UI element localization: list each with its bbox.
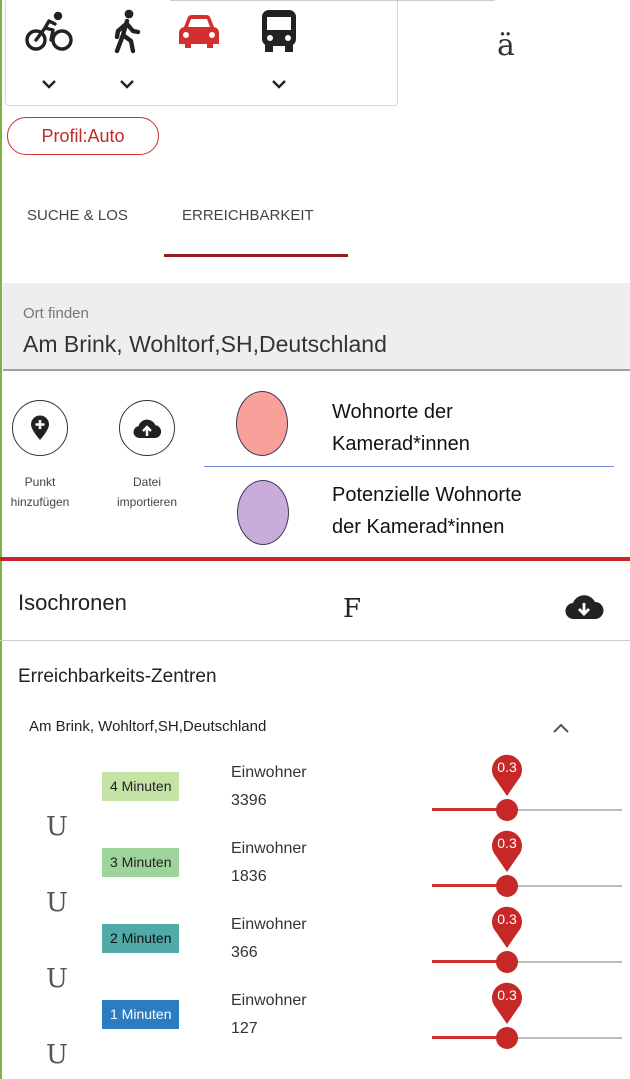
car-icon <box>179 15 219 48</box>
row-marker: U <box>46 1040 68 1070</box>
slider-value-label: 0.3 <box>497 911 517 927</box>
tab-erreichbarkeit[interactable]: ERREICHBARKEIT <box>182 207 314 224</box>
legend-line: Kamerad*innen <box>332 433 470 455</box>
chevron-up-icon[interactable] <box>552 722 570 734</box>
isochrone-row: U2 Minuten Einwohner 366 0.3 <box>0 906 630 994</box>
chevron-down-icon[interactable] <box>119 79 135 89</box>
opacity-slider[interactable] <box>432 798 622 822</box>
cloud-download-icon[interactable] <box>564 591 604 621</box>
bus-icon <box>262 10 296 52</box>
slider-value-label: 0.3 <box>497 759 517 775</box>
population-value: 3396 <box>231 792 267 809</box>
center-place-name: Am Brink, Wohltorf,SH,Deutschland <box>29 718 267 735</box>
add-location-icon <box>31 415 49 440</box>
import-file-label-1: Datei <box>132 475 161 489</box>
legend-line: der Kamerad*innen <box>332 516 505 538</box>
search-input[interactable]: Am Brink, Wohltorf,SH,Deutschland <box>23 331 387 358</box>
minutes-badge: 3 Minuten <box>102 848 180 877</box>
minutes-badge: 1 Minuten <box>102 1000 180 1029</box>
chevron-down-icon[interactable] <box>271 79 287 89</box>
legend-divider <box>204 466 614 467</box>
slider-thumb[interactable] <box>496 951 518 973</box>
minutes-badge: 4 Minuten <box>102 772 180 801</box>
opacity-slider[interactable] <box>432 1026 622 1050</box>
opacity-slider[interactable] <box>432 950 622 974</box>
section-separator <box>0 557 630 561</box>
population-value: 1836 <box>231 868 267 885</box>
isochrones-divider <box>0 640 630 641</box>
centers-title: Erreichbarkeits-Zentren <box>18 666 217 687</box>
travel-mode-selector <box>5 0 398 106</box>
population-label: Einwohner <box>231 764 307 781</box>
population-label: Einwohner <box>231 992 307 1009</box>
slider-value-label: 0.3 <box>497 835 517 851</box>
location-search-field[interactable]: Ort finden Am Brink, Wohltorf,SH,Deutsch… <box>3 283 630 371</box>
search-label: Ort finden <box>23 305 89 322</box>
legend-line: Wohnorte der <box>332 401 453 423</box>
walking-icon <box>114 9 141 54</box>
slider-thumb[interactable] <box>496 875 518 897</box>
active-tab-indicator <box>164 254 348 257</box>
slider-thumb[interactable] <box>496 799 518 821</box>
legend-oval-residences <box>236 391 288 456</box>
profile-badge[interactable]: Profil:Auto <box>7 117 159 155</box>
legend-label-residences: Wohnorte der Kamerad*innen <box>332 396 470 460</box>
cloud-upload-icon <box>133 419 162 438</box>
top-divider <box>170 0 495 1</box>
chevron-down-icon[interactable] <box>41 79 57 89</box>
add-point-button[interactable]: Punkt hinzufügen <box>0 400 88 512</box>
stray-character: F <box>343 594 362 624</box>
isochrone-row: U3 Minuten Einwohner 1836 0.3 <box>0 830 630 918</box>
legend-line: Potenzielle Wohnorte <box>332 484 522 506</box>
opacity-slider[interactable] <box>432 874 622 898</box>
legend-oval-potential-residences <box>237 480 289 545</box>
import-file-circle[interactable] <box>119 400 175 456</box>
isochrones-title: Isochronen <box>18 590 127 615</box>
stray-character: ä <box>497 28 515 63</box>
mode-bus-button[interactable] <box>248 3 308 99</box>
population-value: 127 <box>231 1020 258 1037</box>
isochrone-row: U4 Minuten Einwohner 3396 0.3 <box>0 754 630 842</box>
isochrone-row: U 1 Minuten Einwohner 127 0.3 <box>0 982 630 1070</box>
add-point-label-2: hinzufügen <box>10 495 70 509</box>
import-file-label-2: importieren <box>116 495 178 509</box>
legend-label-potential-residences: Potenzielle Wohnorte der Kamerad*innen <box>332 479 522 543</box>
add-point-label-1: Punkt <box>24 475 56 489</box>
mode-bicycle-button[interactable] <box>18 3 78 99</box>
add-point-circle[interactable] <box>12 400 68 456</box>
slider-thumb[interactable] <box>496 1027 518 1049</box>
minutes-badge: 2 Minuten <box>102 924 180 953</box>
slider-value-pin: 0.3 <box>488 750 526 798</box>
import-file-button[interactable]: Datei importieren <box>99 400 195 512</box>
slider-value-label: 0.3 <box>497 987 517 1003</box>
population-label: Einwohner <box>231 916 307 933</box>
population-label: Einwohner <box>231 840 307 857</box>
mode-car-button[interactable] <box>168 3 228 99</box>
tab-suche-los[interactable]: SUCHE & LOS <box>27 207 128 224</box>
bicycle-icon <box>25 11 73 51</box>
mode-walking-button[interactable] <box>96 3 156 99</box>
slider-value-pin: 0.3 <box>488 902 526 950</box>
slider-value-pin: 0.3 <box>488 826 526 874</box>
slider-value-pin: 0.3 <box>488 978 526 1026</box>
population-value: 366 <box>231 944 258 961</box>
